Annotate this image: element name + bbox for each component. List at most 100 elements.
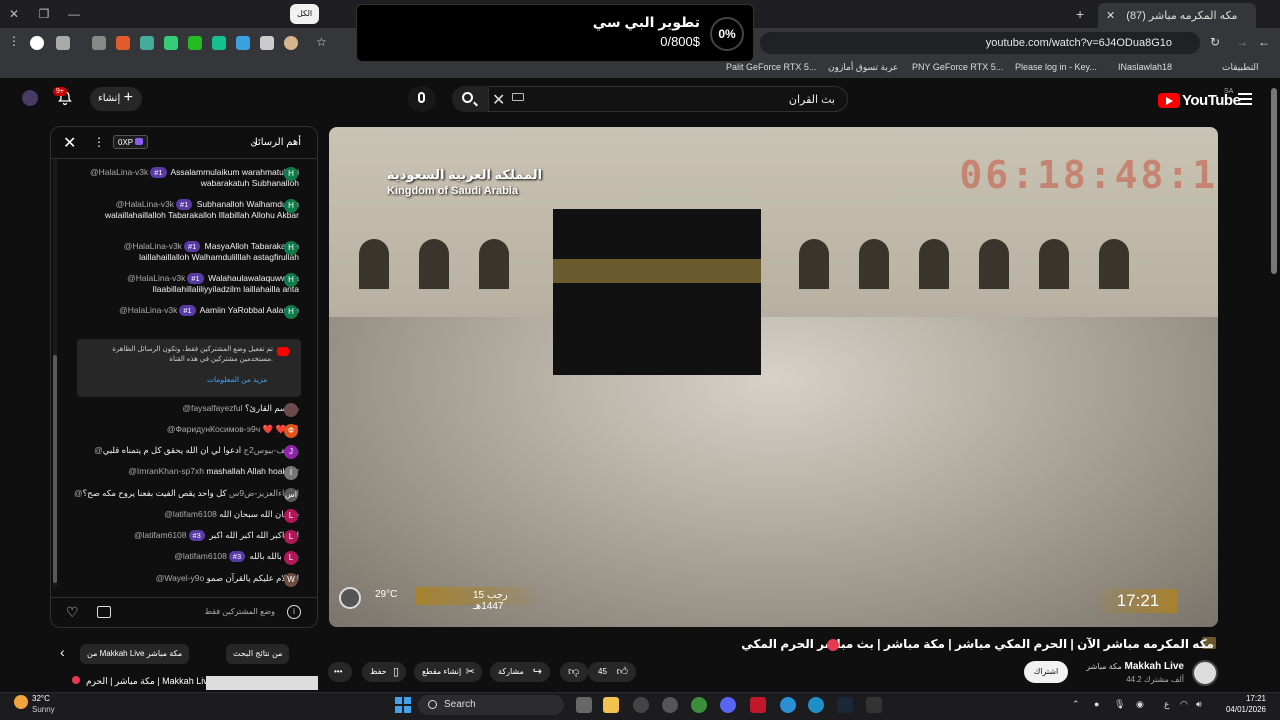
weather-description[interactable]: Sunny — [32, 705, 55, 714]
video-player[interactable]: المملكة العربية السعودية Kingdom of Saud… — [329, 127, 1218, 627]
extension-icon[interactable] — [284, 36, 298, 50]
bookmark-item[interactable]: Palit GeForce RTX 5... — [726, 62, 816, 72]
windows-start-icon[interactable] — [395, 697, 411, 713]
task-view-icon[interactable] — [576, 697, 592, 713]
file-explorer-icon[interactable] — [603, 697, 619, 713]
chat-avatar[interactable]: L — [284, 530, 298, 544]
chat-avatar[interactable]: I — [284, 466, 298, 480]
chat-author[interactable]: @HalaLina-v3k — [127, 273, 185, 283]
language-indicator[interactable]: ع — [1164, 699, 1169, 710]
weather-temperature[interactable]: 32°C — [32, 694, 50, 703]
github-icon[interactable] — [633, 697, 649, 713]
forward-icon[interactable]: → — [1236, 35, 1248, 49]
close-chat-icon[interactable]: ✕ — [63, 133, 76, 153]
search-input[interactable]: بث القران — [488, 86, 848, 112]
taskbar-clock[interactable]: 17:21 04/01/2026 — [1222, 694, 1266, 714]
chat-avatar[interactable]: Ф — [284, 424, 298, 438]
chat-author[interactable]: @ImranKhan-sp7xh — [128, 466, 204, 476]
extension-icon[interactable] — [236, 36, 250, 50]
page-scrollbar-thumb[interactable] — [1271, 88, 1277, 274]
chat-scrollbar-thumb[interactable] — [53, 355, 57, 583]
wifi-icon[interactable]: ◠ — [1180, 699, 1188, 710]
chat-avatar[interactable]: L — [284, 551, 298, 565]
more-options-icon[interactable]: ⋮ — [93, 135, 105, 149]
chat-author[interactable]: @latifam6108 — [134, 530, 187, 540]
chat-avatar[interactable]: H — [284, 199, 298, 213]
discord-icon[interactable] — [720, 697, 736, 713]
chat-avatar[interactable]: L — [284, 509, 298, 523]
account-avatar[interactable] — [22, 90, 38, 106]
page-scrollbar[interactable] — [1270, 80, 1278, 692]
chat-author[interactable]: @Wayel-y9o — [156, 573, 204, 583]
keyboard-icon[interactable] — [512, 93, 524, 101]
new-tab-button[interactable]: + — [1076, 6, 1084, 22]
close-window-icon[interactable]: ✕ — [6, 6, 22, 22]
extension-icon[interactable] — [56, 36, 70, 50]
puzzle-icon[interactable] — [92, 36, 106, 50]
chat-author[interactable]: @HalaLina-v3k — [119, 305, 177, 315]
network-icon[interactable]: ◉ — [1136, 699, 1144, 710]
clear-search-icon[interactable]: ✕ — [492, 90, 505, 110]
channel-name[interactable]: مكة مباشر Makkah Live — [1086, 661, 1184, 672]
extension-icon[interactable] — [140, 36, 154, 50]
create-button[interactable]: إنشاء + — [90, 87, 142, 111]
reload-icon[interactable]: ↻ — [1210, 35, 1220, 49]
extension-icon[interactable] — [164, 36, 178, 50]
chat-author[interactable]: @HalaLina-v3k — [116, 199, 174, 209]
maximize-window-icon[interactable]: ❐ — [36, 6, 52, 22]
chat-author[interactable]: @ФаридунКосимов-э9ч — [167, 424, 260, 434]
tray-app-icon[interactable]: ● — [1094, 699, 1099, 709]
chat-avatar[interactable]: W — [284, 573, 298, 587]
bookmark-item[interactable]: عربة تسوق أمازون — [828, 62, 898, 73]
xp-badge[interactable]: 0XP — [113, 135, 149, 149]
chat-avatar[interactable]: اس — [284, 488, 298, 502]
chat-avatar[interactable]: H — [284, 305, 298, 319]
address-bar[interactable]: youtube.com/watch?v=6J4ODua8G1o — [760, 32, 1200, 54]
chat-avatar[interactable]: H — [284, 241, 298, 255]
clip-button[interactable]: ✂ إنشاء مقطع — [414, 662, 482, 682]
chevron-up-icon[interactable]: ⌃ — [1072, 699, 1080, 710]
chat-scrollbar[interactable] — [53, 159, 57, 587]
more-actions-button[interactable]: ••• — [328, 662, 352, 682]
kebab-menu-icon[interactable]: ⋮ — [8, 34, 20, 48]
chevron-down-icon[interactable]: ⌄ — [251, 136, 259, 147]
bookmark-item[interactable]: PNY GeForce RTX 5... — [912, 62, 1003, 72]
related-video-title[interactable]: مكة مباشر | الحرم | Makkah Live — [86, 676, 213, 687]
share-button[interactable]: ↪ مشاركة — [490, 662, 550, 682]
extension-icon[interactable] — [260, 36, 274, 50]
microphone-tray-icon[interactable]: 🎙︎ — [1114, 699, 1125, 710]
learn-more-link[interactable]: مزيد من المعلومات — [207, 375, 267, 384]
chat-author[interactable]: @HalaLina-v3k — [124, 241, 182, 251]
app-icon[interactable] — [750, 697, 766, 713]
save-button[interactable]: ▯ حفظ — [362, 662, 406, 682]
bookmark-item[interactable]: التطبيقات — [1222, 62, 1259, 73]
chip-channel[interactable]: من Makkah Live مكة مباشر — [80, 644, 190, 664]
bookmark-item[interactable]: INaslawlah18 — [1118, 62, 1172, 72]
chat-author[interactable]: @latifam6108 — [174, 551, 227, 561]
hamburger-menu-icon[interactable] — [1238, 93, 1252, 105]
extension-icon[interactable] — [212, 36, 226, 50]
chat-avatar[interactable]: H — [284, 273, 298, 287]
chip-search-results[interactable]: من نتائج البحث — [226, 644, 290, 664]
chrome-icon[interactable] — [691, 697, 707, 713]
steam-icon[interactable] — [837, 697, 853, 713]
chat-author[interactable]: @faysalfayezful — [182, 403, 242, 413]
tab-youtube[interactable]: ✕ (87) مكه المكرمه مباشر — [1098, 3, 1256, 28]
browser-icon[interactable] — [780, 697, 796, 713]
bookmark-star-icon[interactable]: ☆ — [316, 35, 327, 49]
chat-author[interactable]: @latifam6108 — [164, 509, 217, 519]
back-icon[interactable]: ← — [1258, 35, 1270, 49]
related-video-thumbnail[interactable] — [206, 676, 318, 690]
taskbar-search[interactable]: Search — [418, 695, 564, 715]
tab-close-icon[interactable]: ✕ — [1106, 10, 1115, 22]
bookmark-item[interactable]: Please log in - Key... — [1015, 62, 1097, 72]
subscribe-button[interactable]: اشتراك — [1024, 661, 1068, 683]
channel-avatar[interactable] — [1192, 660, 1218, 686]
profile-icon[interactable] — [30, 36, 44, 50]
super-chat-icon[interactable] — [97, 606, 111, 618]
dislike-button[interactable]: 👎︎ — [560, 662, 588, 682]
edge-icon[interactable] — [808, 697, 824, 713]
sun-icon[interactable] — [14, 695, 28, 709]
chat-avatar[interactable] — [284, 403, 298, 417]
youtube-logo[interactable]: YouTube SA — [1158, 88, 1241, 110]
